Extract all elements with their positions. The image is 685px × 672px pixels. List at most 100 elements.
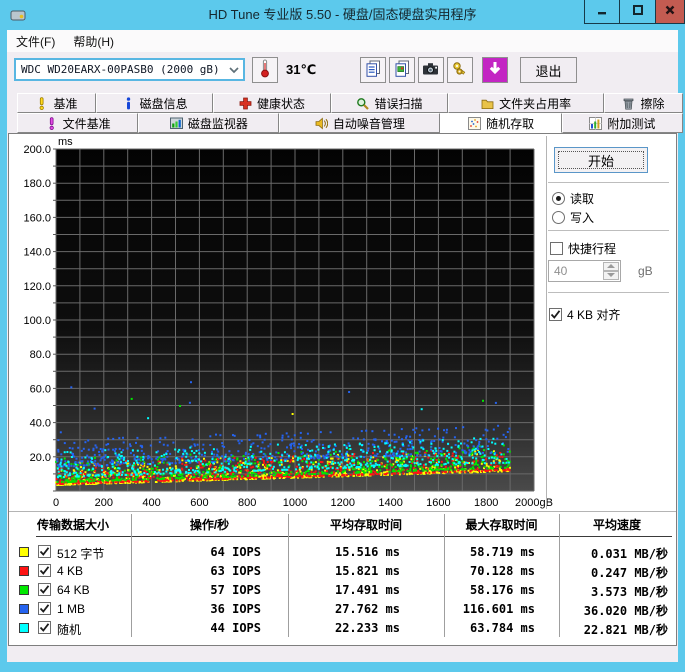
health-icon	[239, 97, 252, 110]
tab-benchmark[interactable]: 基准	[17, 93, 96, 113]
avg-access-value: 15.821 ms	[334, 564, 400, 578]
read-radio[interactable]: 读取	[552, 190, 594, 207]
update-button[interactable]	[482, 57, 508, 83]
tab-label: 自动噪音管理	[332, 116, 405, 131]
temperature-value: 31℃	[286, 62, 317, 77]
align-checkbox[interactable]: 4 KB 对齐	[549, 306, 620, 323]
separator	[548, 230, 669, 232]
spinner-down-icon[interactable]	[603, 271, 619, 280]
read-radio-label: 读取	[570, 192, 595, 206]
svg-text:1000: 1000	[283, 497, 307, 509]
tab-disk-monitor[interactable]: 磁盘监视器	[138, 113, 280, 133]
table-row: 4 KB 63 IOPS 15.821 ms 70.128 ms 0.247 MB/秒	[9, 562, 676, 581]
series-checkbox[interactable]	[38, 602, 51, 615]
write-radio[interactable]: 写入	[552, 209, 594, 226]
tab-label: 随机存取	[486, 116, 535, 131]
iops-value: 36 IOPS	[210, 602, 261, 616]
separator	[548, 182, 669, 184]
start-button[interactable]: 开始	[554, 147, 648, 173]
error-scan-icon	[356, 97, 370, 110]
copy-image-icon	[393, 59, 412, 81]
svg-text:140.0: 140.0	[23, 247, 51, 259]
tab-disk-info[interactable]: 磁盘信息	[95, 93, 214, 113]
svg-text:1200: 1200	[331, 497, 355, 509]
copy-text-button[interactable]	[360, 57, 386, 83]
series-checkbox[interactable]	[38, 621, 51, 634]
series-color-swatch	[19, 604, 29, 614]
spinner-up-icon[interactable]	[603, 262, 619, 271]
options-button[interactable]	[447, 57, 473, 83]
svg-text:100.0: 100.0	[23, 315, 51, 327]
tab-label: 文件基准	[62, 116, 111, 131]
titlebar: HD Tune 专业版 5.50 - 硬盘/固态硬盘实用程序	[0, 0, 685, 30]
tab-label: 擦除	[640, 96, 665, 111]
svg-text:80.0: 80.0	[30, 349, 51, 361]
copy-text-icon	[364, 59, 383, 81]
iops-value: 44 IOPS	[210, 621, 261, 635]
series-label: 512 字节	[57, 547, 105, 561]
svg-text:1400: 1400	[378, 497, 402, 509]
checkbox-checked-icon	[549, 308, 562, 321]
temperature-button[interactable]	[252, 57, 278, 83]
close-icon	[664, 3, 676, 21]
iops-value: 63 IOPS	[210, 564, 261, 578]
series-checkbox[interactable]	[38, 545, 51, 558]
series-label: 随机	[57, 623, 82, 637]
svg-text:1800: 1800	[474, 497, 498, 509]
tab-error-scan[interactable]: 错误扫描	[330, 93, 449, 113]
avg-speed-value: 0.247 MB/秒	[590, 566, 668, 580]
random-access-icon	[468, 116, 482, 130]
series-checkbox[interactable]	[38, 564, 51, 577]
copy-image-button[interactable]	[389, 57, 415, 83]
max-access-value: 63.784 ms	[469, 621, 535, 635]
tab-random-access[interactable]: 随机存取	[440, 113, 562, 133]
svg-text:2000gB: 2000gB	[515, 497, 553, 509]
short-stroke-checkbox[interactable]: 快捷行程	[550, 240, 616, 257]
checkbox-icon	[550, 242, 563, 255]
iops-value: 64 IOPS	[210, 545, 261, 559]
iops-value: 57 IOPS	[210, 583, 261, 597]
menubar: 文件(F) 帮助(H)	[7, 30, 678, 52]
tab-aam[interactable]: 自动噪音管理	[279, 113, 441, 133]
short-stroke-label: 快捷行程	[568, 242, 617, 256]
svg-text:600: 600	[190, 497, 208, 509]
disk-monitor-icon	[169, 117, 183, 130]
maximize-button[interactable]	[620, 0, 656, 24]
extra-tests-icon	[589, 116, 603, 130]
table-header: 最大存取时间	[465, 518, 538, 532]
series-label: 64 KB	[57, 583, 90, 597]
minimize-button[interactable]	[584, 0, 620, 24]
close-button[interactable]	[656, 0, 685, 24]
menu-item-1[interactable]: 帮助(H)	[64, 30, 123, 53]
access-time-chart: ms 20.0 40.0 60.0 80.0 100.0 120.0 140.0 160.0 18…	[9, 134, 553, 509]
app-window: HD Tune 专业版 5.50 - 硬盘/固态硬盘实用程序 文件(F) 帮助(H…	[0, 0, 685, 672]
tab-label: 附加测试	[607, 116, 656, 131]
exit-button[interactable]: 退出	[520, 57, 577, 83]
series-color-swatch	[19, 623, 29, 633]
capacity-spinner[interactable]	[603, 262, 619, 280]
align-checkbox-label: 4 KB 对齐	[567, 308, 621, 322]
svg-text:200: 200	[95, 497, 113, 509]
tab-extra-tests[interactable]: 附加测试	[561, 113, 683, 133]
drive-select[interactable]: WDC WD20EARX-00PASB0 (2000 gB)	[14, 58, 245, 81]
table-row: 64 KB 57 IOPS 17.491 ms 58.176 ms 3.573 MB/秒	[9, 581, 676, 600]
table-header: 平均速度	[592, 518, 641, 532]
screenshot-button[interactable]	[418, 57, 444, 83]
capacity-unit-label: gB	[638, 264, 653, 278]
avg-access-value: 27.762 ms	[334, 602, 400, 616]
menu-item-0[interactable]: 文件(F)	[7, 30, 64, 53]
update-arrow-icon	[485, 59, 505, 82]
write-radio-label: 写入	[570, 211, 595, 225]
max-access-value: 58.719 ms	[469, 545, 535, 559]
tab-health[interactable]: 健康状态	[213, 93, 331, 113]
radio-icon	[552, 192, 565, 205]
svg-text:200.0: 200.0	[23, 144, 51, 156]
minimize-icon	[596, 3, 608, 21]
svg-text:20.0: 20.0	[30, 452, 51, 464]
tab-erase[interactable]: 擦除	[604, 93, 683, 113]
tab-file-benchmark[interactable]: 文件基准	[17, 113, 139, 133]
svg-text:180.0: 180.0	[23, 178, 51, 190]
avg-speed-value: 3.573 MB/秒	[590, 585, 668, 599]
tab-folder-usage[interactable]: 文件夹占用率	[448, 93, 605, 113]
series-checkbox[interactable]	[38, 583, 51, 596]
